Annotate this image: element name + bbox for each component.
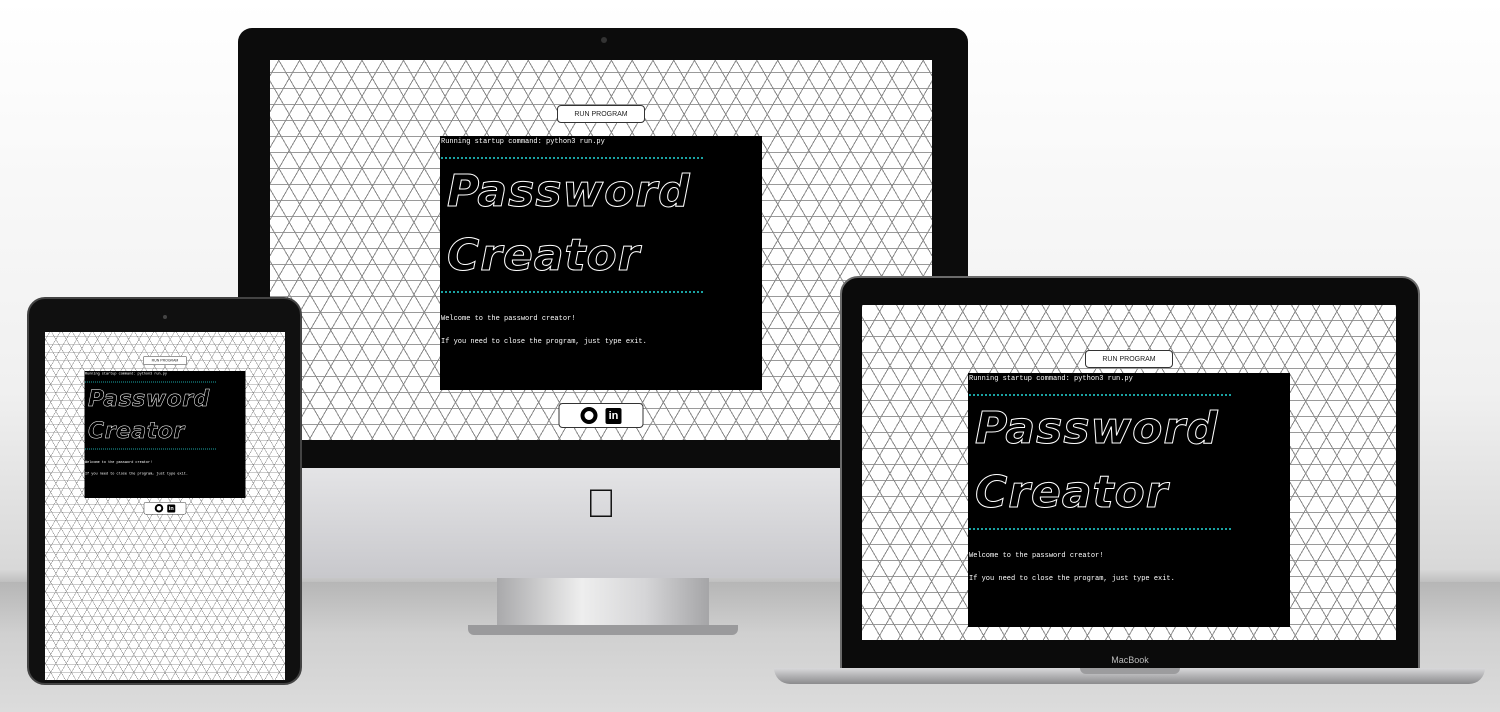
ascii-title-creator: Creator	[88, 418, 185, 444]
web-page: RUN PROGRAM Running startup command: pyt…	[270, 60, 932, 440]
terminal-divider	[441, 157, 703, 159]
terminal-divider	[85, 448, 216, 450]
ascii-title-creator: Creator	[447, 230, 641, 281]
web-page: RUN PROGRAM Running startup command: pyt…	[862, 305, 1396, 640]
ascii-title-creator: Creator	[975, 467, 1169, 518]
terminal-exit-line: If you need to close the program, just t…	[85, 472, 188, 476]
terminal[interactable]: Running startup command: python3 run.py …	[968, 373, 1290, 627]
terminal-divider	[969, 528, 1231, 530]
ipad-camera	[163, 315, 167, 319]
imac-camera	[601, 37, 607, 43]
macbook-label: MacBook	[1111, 655, 1149, 665]
run-program-button[interactable]: RUN PROGRAM	[557, 105, 645, 123]
github-icon[interactable]	[580, 407, 598, 424]
ascii-title-password: Password	[447, 166, 691, 217]
ascii-title-password: Password	[975, 403, 1219, 454]
terminal-exit-line: If you need to close the program, just t…	[441, 338, 647, 346]
macbook-notch	[1080, 668, 1180, 674]
run-program-button[interactable]: RUN PROGRAM	[1085, 350, 1173, 368]
imac-screen: RUN PROGRAM Running startup command: pyt…	[270, 60, 932, 440]
apple-logo-icon: 	[586, 484, 616, 524]
web-page: RUN PROGRAM Running startup command: pyt…	[45, 332, 285, 680]
linkedin-icon[interactable]: in	[167, 504, 176, 513]
run-program-button[interactable]: RUN PROGRAM	[143, 356, 187, 365]
terminal-divider	[441, 291, 703, 293]
social-links: in	[558, 403, 644, 428]
terminal-startup-line: Running startup command: python3 run.py	[441, 138, 605, 146]
terminal-exit-line: If you need to close the program, just t…	[969, 575, 1175, 583]
terminal-divider	[85, 381, 216, 383]
terminal[interactable]: Running startup command: python3 run.py …	[440, 136, 762, 390]
linkedin-icon[interactable]: in	[605, 407, 622, 424]
terminal[interactable]: Running startup command: python3 run.py …	[84, 371, 246, 498]
terminal-welcome-line: Welcome to the password creator!	[969, 552, 1104, 560]
terminal-startup-line: Running startup command: python3 run.py	[969, 375, 1133, 383]
macbook-screen: RUN PROGRAM Running startup command: pyt…	[862, 305, 1396, 640]
terminal-welcome-line: Welcome to the password creator!	[441, 315, 576, 323]
social-links: in	[143, 502, 187, 515]
terminal-startup-line: Running startup command: python3 run.py	[85, 372, 167, 376]
imac-base	[468, 625, 738, 635]
terminal-divider	[969, 394, 1231, 396]
ipad-screen: RUN PROGRAM Running startup command: pyt…	[45, 332, 285, 680]
github-icon[interactable]	[154, 504, 164, 513]
ascii-title-password: Password	[88, 386, 210, 412]
imac-stand	[497, 578, 709, 630]
